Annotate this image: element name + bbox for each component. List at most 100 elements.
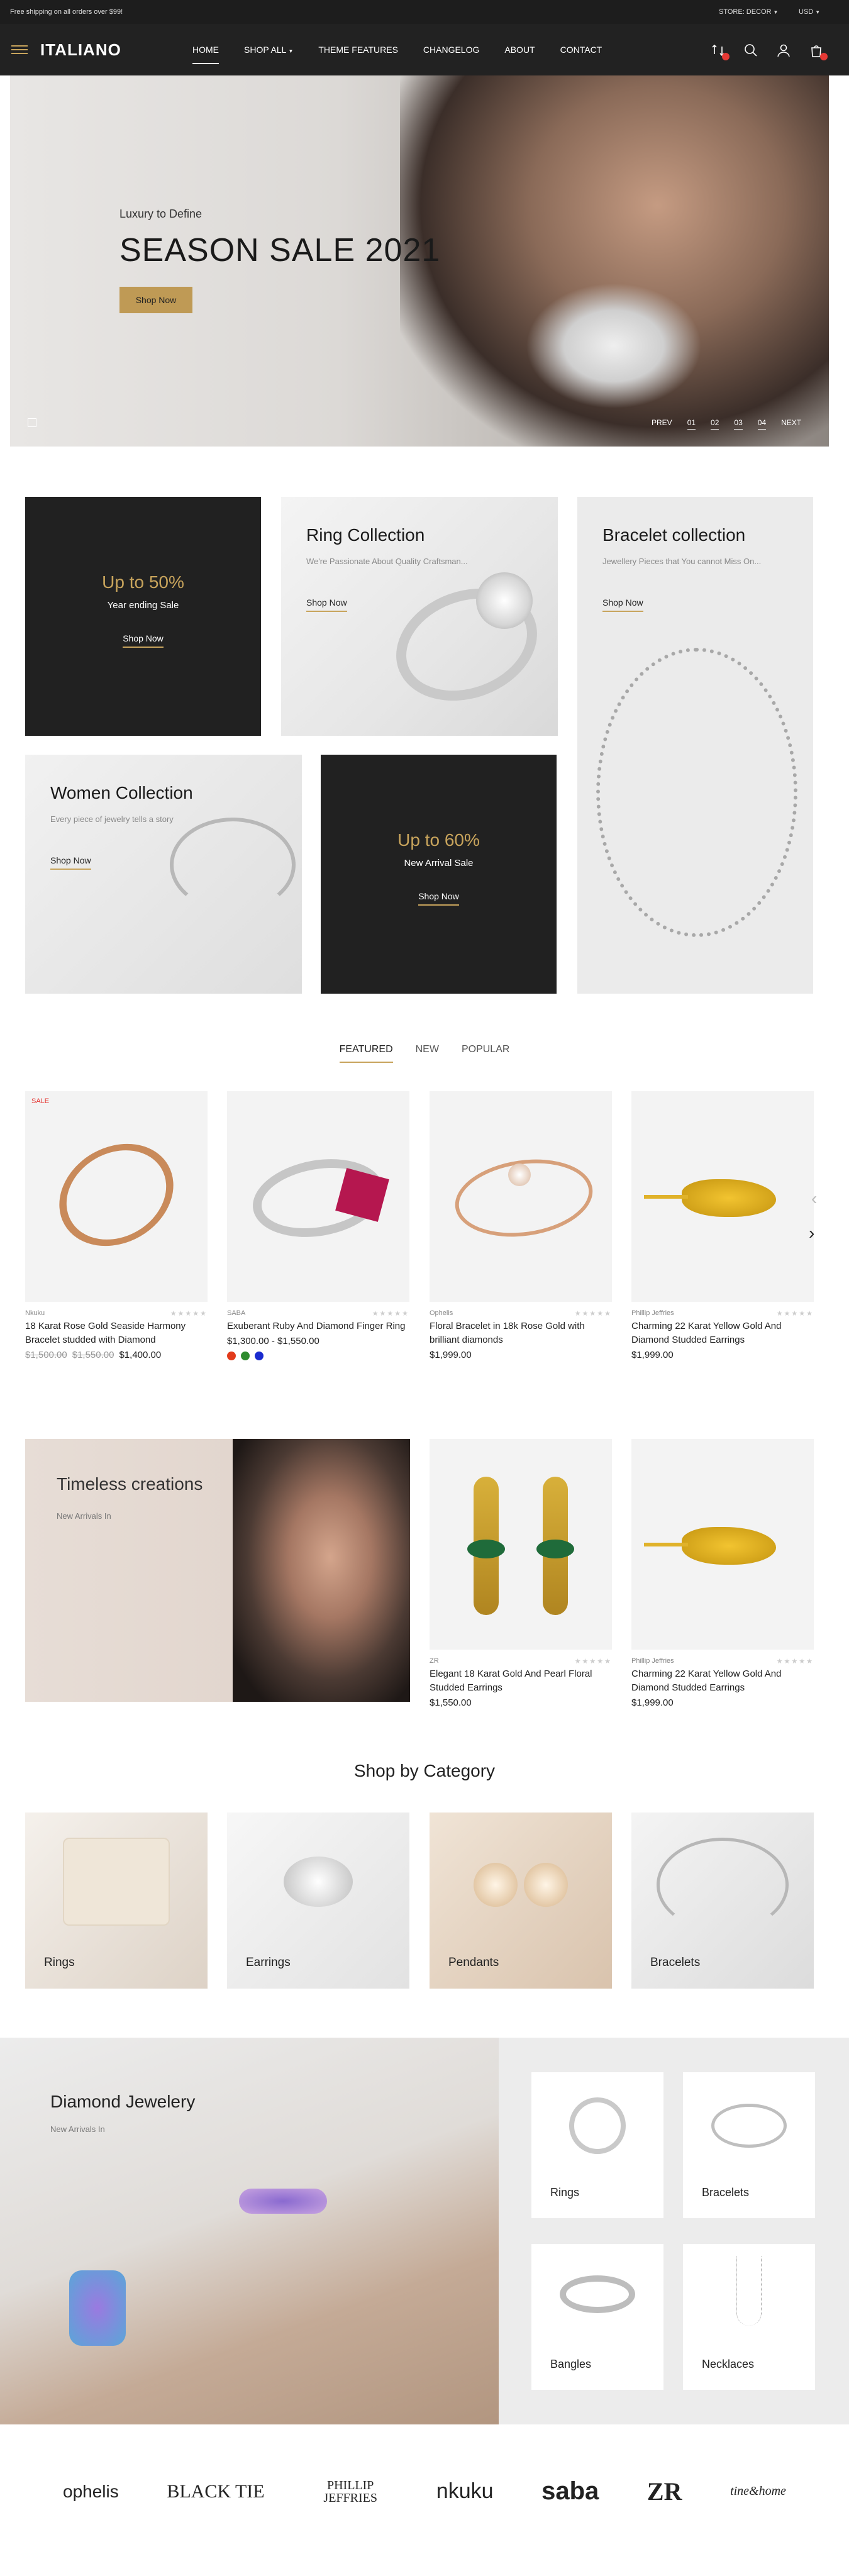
- nav-theme-features[interactable]: THEME FEATURES: [318, 45, 398, 64]
- compare-icon[interactable]: [711, 43, 730, 60]
- emerald-image: [467, 1540, 505, 1558]
- banner-women-link[interactable]: Shop Now: [50, 855, 91, 870]
- product-image[interactable]: [430, 1439, 612, 1650]
- product-name[interactable]: Floral Bracelet in 18k Rose Gold with br…: [430, 1319, 612, 1347]
- brand-logo[interactable]: nkuku: [436, 2479, 494, 2504]
- banner-ring-subtitle: We're Passionate About Quality Craftsman…: [306, 557, 468, 566]
- diamond-category-necklaces[interactable]: Necklaces: [683, 2244, 815, 2390]
- product-card[interactable]: Ophelis ★★★★★ Floral Bracelet in 18k Rose…: [430, 1091, 612, 1360]
- earring-image: [682, 1527, 776, 1565]
- hero-slider: Luxury to Define SEASON SALE 2021 Shop N…: [10, 75, 829, 447]
- brand-logo[interactable]: saba: [541, 2477, 599, 2506]
- pause-icon[interactable]: [28, 418, 36, 427]
- product-image[interactable]: [430, 1091, 612, 1302]
- product-card[interactable]: Phillip Jeffries ★★★★★ Charming 22 Karat …: [631, 1091, 814, 1360]
- nav-changelog[interactable]: CHANGELOG: [423, 45, 479, 64]
- brand-logo[interactable]: BLACK TIE: [167, 2481, 264, 2502]
- banner-ring-link[interactable]: Shop Now: [306, 597, 347, 612]
- store-selector[interactable]: STORE: DECOR ▼: [719, 8, 778, 16]
- hero-slide-4[interactable]: 04: [757, 418, 767, 430]
- category-label: Bracelets: [650, 1956, 701, 1969]
- brand-logo[interactable]: ophelis: [63, 2482, 119, 2502]
- diamond-category-bangles[interactable]: Bangles: [531, 2244, 663, 2390]
- swatch-red[interactable]: [227, 1352, 236, 1360]
- carousel-prev-icon[interactable]: ‹: [811, 1189, 817, 1209]
- product-tabs: FEATURED NEW POPULAR: [0, 1044, 849, 1063]
- product-card[interactable]: SALE Nkuku ★★★★★ 18 Karat Rose Gold Seasi…: [25, 1091, 208, 1360]
- site-logo[interactable]: ITALIANO: [40, 40, 121, 60]
- hero-slide-2[interactable]: 02: [711, 418, 719, 430]
- category-bracelets[interactable]: Bracelets: [631, 1813, 814, 1989]
- product-name[interactable]: Exuberant Ruby And Diamond Finger Ring: [227, 1319, 409, 1333]
- product-card[interactable]: Phillip Jeffries ★★★★★ Charming 22 Karat …: [631, 1439, 814, 1708]
- product-brand-label: Phillip Jeffries: [631, 1309, 674, 1317]
- search-icon[interactable]: [743, 43, 758, 58]
- brand-logo[interactable]: PHILLIP JEFFRIES: [313, 2479, 388, 2504]
- bangle-icon: [560, 2275, 635, 2313]
- brand-logo[interactable]: ZR: [647, 2477, 682, 2506]
- banner-up-to-60[interactable]: Up to 60% New Arrival Sale Shop Now: [321, 755, 557, 994]
- chevron-down-icon: ▼: [288, 48, 294, 54]
- user-icon[interactable]: [776, 43, 791, 58]
- product-card[interactable]: SABA ★★★★★ Exuberant Ruby And Diamond Fin…: [227, 1091, 409, 1360]
- nav-contact[interactable]: CONTACT: [560, 45, 602, 64]
- promo-diamond-jewelery[interactable]: Diamond Jewelery New Arrivals In: [0, 2038, 499, 2424]
- product-name[interactable]: 18 Karat Rose Gold Seaside Harmony Brace…: [25, 1319, 208, 1347]
- tab-new[interactable]: NEW: [416, 1044, 439, 1063]
- product-name[interactable]: Charming 22 Karat Yellow Gold And Diamon…: [631, 1319, 814, 1347]
- banner-up60-title: Up to 60%: [397, 830, 480, 850]
- hero-next-button[interactable]: NEXT: [781, 418, 801, 430]
- banner-up50-link[interactable]: Shop Now: [123, 633, 164, 648]
- hero-slide-1[interactable]: 01: [687, 418, 696, 430]
- nav-shop-all-label: SHOP ALL: [244, 45, 287, 55]
- old-price: $1,500.00: [25, 1350, 67, 1360]
- hero-prev-button[interactable]: PREV: [652, 418, 672, 430]
- menu-icon[interactable]: [11, 45, 28, 54]
- nav-home[interactable]: HOME: [192, 45, 219, 64]
- nav-about[interactable]: ABOUT: [504, 45, 535, 64]
- product-price: $1,999.00: [430, 1350, 472, 1360]
- hero-title: SEASON SALE 2021: [119, 232, 441, 269]
- category-rings[interactable]: Rings: [25, 1813, 208, 1989]
- product-name[interactable]: Charming 22 Karat Yellow Gold And Diamon…: [631, 1667, 814, 1695]
- product-image[interactable]: SALE: [25, 1091, 208, 1302]
- product-image[interactable]: [631, 1091, 814, 1302]
- category-pendants[interactable]: Pendants: [430, 1813, 612, 1989]
- banner-bracelet-collection[interactable]: Bracelet collection Jewellery Pieces tha…: [577, 497, 813, 994]
- swatch-green[interactable]: [241, 1352, 250, 1360]
- color-swatches: [227, 1352, 409, 1360]
- tab-popular[interactable]: POPULAR: [462, 1044, 509, 1063]
- banner-women-subtitle: Every piece of jewelry tells a story: [50, 814, 174, 824]
- currency-selector[interactable]: USD ▼: [799, 8, 820, 16]
- banner-up60-link[interactable]: Shop Now: [418, 891, 459, 906]
- brand-logo[interactable]: tine&home: [730, 2484, 786, 2499]
- rating-stars: ★★★★★: [574, 1310, 612, 1318]
- banner-women-collection[interactable]: Women Collection Every piece of jewelry …: [25, 755, 302, 994]
- hero-shop-now-button[interactable]: Shop Now: [119, 287, 192, 313]
- banner-up-to-50[interactable]: Up to 50% Year ending Sale Shop Now: [25, 497, 261, 736]
- carousel-next-icon[interactable]: ›: [809, 1223, 814, 1243]
- bracelet-icon: [711, 2104, 787, 2148]
- diamond-category-bracelets[interactable]: Bracelets: [683, 2072, 815, 2218]
- product-brand: Phillip Jeffries ★★★★★: [631, 1309, 814, 1318]
- category-section-title: Shop by Category: [353, 1761, 496, 1780]
- product-card[interactable]: ZR ★★★★★ Elegant 18 Karat Gold And Pearl …: [430, 1439, 612, 1708]
- banner-bracelet-link[interactable]: Shop Now: [602, 597, 643, 612]
- banner-ring-collection[interactable]: Ring Collection We're Passionate About Q…: [281, 497, 558, 736]
- tab-featured[interactable]: FEATURED: [339, 1044, 393, 1063]
- swatch-blue[interactable]: [255, 1352, 264, 1360]
- banner-up60-subtitle: New Arrival Sale: [404, 858, 474, 869]
- product-brand: SABA ★★★★★: [227, 1309, 409, 1318]
- brand-logos: ophelis BLACK TIE PHILLIP JEFFRIES nkuku…: [63, 2477, 786, 2506]
- cart-icon[interactable]: [809, 43, 828, 60]
- product-name[interactable]: Elegant 18 Karat Gold And Pearl Floral S…: [430, 1667, 612, 1695]
- promo-subtitle: New Arrivals In: [57, 1511, 111, 1521]
- nav-shop-all[interactable]: SHOP ALL ▼: [244, 45, 293, 64]
- flower-image: [508, 1163, 531, 1186]
- product-image[interactable]: [227, 1091, 409, 1302]
- category-earrings[interactable]: Earrings: [227, 1813, 409, 1989]
- hero-slide-3[interactable]: 03: [734, 418, 743, 430]
- diamond-category-rings[interactable]: Rings: [531, 2072, 663, 2218]
- promo-timeless-creations[interactable]: Timeless creations New Arrivals In: [25, 1439, 410, 1702]
- product-image[interactable]: [631, 1439, 814, 1650]
